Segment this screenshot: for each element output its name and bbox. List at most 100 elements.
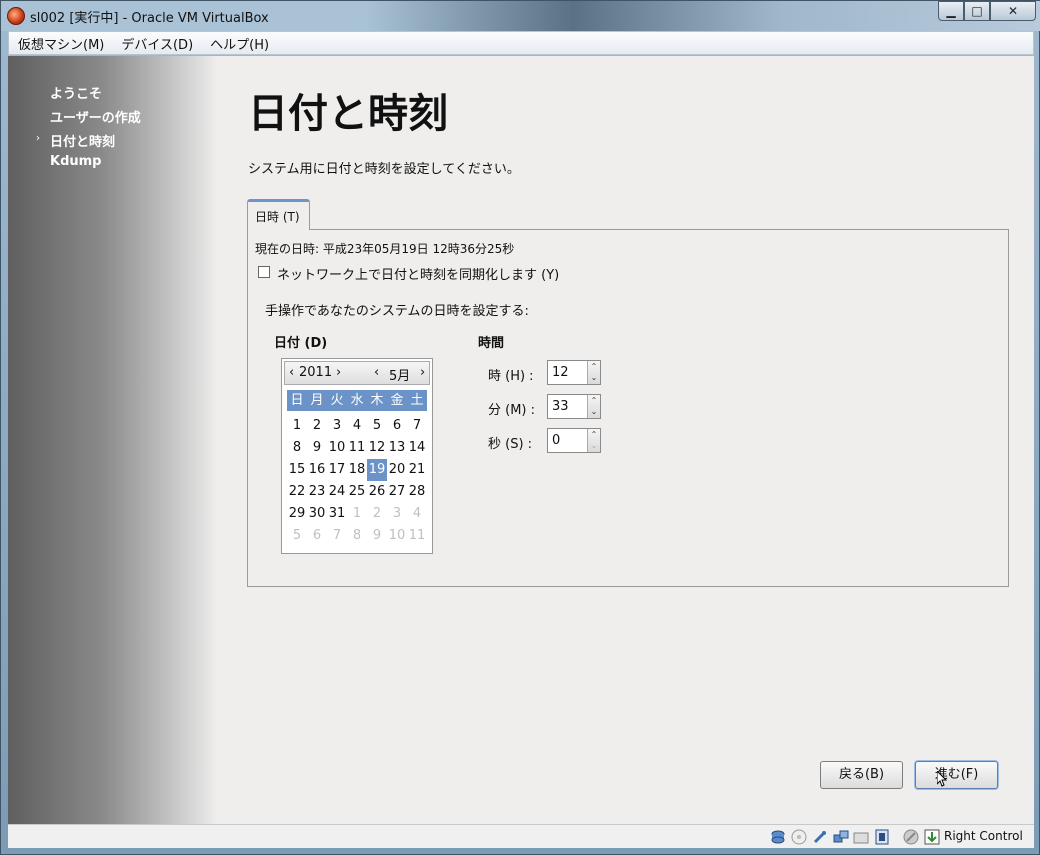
calendar-day[interactable]: 4 — [347, 415, 367, 437]
calendar-day[interactable]: 9 — [307, 437, 327, 459]
calendar-day[interactable]: 12 — [367, 437, 387, 459]
calendar-day[interactable]: 6 — [387, 415, 407, 437]
calendar-day[interactable]: 11 — [407, 525, 427, 547]
current-datetime: 現在の日時: 平成23年05月19日 12時36分25秒 — [255, 242, 515, 256]
close-button[interactable]: ✕ — [990, 1, 1036, 21]
menu-help[interactable]: ヘルプ(H) — [202, 34, 277, 53]
network-sync-checkbox[interactable] — [258, 266, 270, 278]
calendar-day[interactable]: 4 — [407, 503, 427, 525]
second-down-icon[interactable]: ⌄ — [588, 440, 600, 451]
step-date-time: 日付と時刻 — [50, 135, 116, 150]
weekday-label: 火 — [330, 393, 344, 408]
calendar-day[interactable]: 8 — [347, 525, 367, 547]
network-sync-label[interactable]: ネットワーク上で日付と時刻を同期化します (Y) — [277, 264, 559, 283]
calendar-day[interactable]: 1 — [287, 415, 307, 437]
hour-up-icon[interactable]: ⌃ — [588, 361, 600, 372]
calendar-day[interactable]: 5 — [287, 525, 307, 547]
minimize-button[interactable]: ▁ — [938, 1, 964, 21]
weekday-label: 日 — [290, 393, 304, 408]
host-key-icon[interactable] — [924, 829, 940, 845]
calendar-year: 2011 — [299, 365, 333, 380]
weekday-label: 木 — [370, 393, 384, 408]
step-welcome: ようこそ — [50, 87, 103, 102]
hard-disk-icon[interactable] — [770, 829, 786, 845]
calendar-day[interactable]: 17 — [327, 459, 347, 481]
minute-down-icon[interactable]: ⌄ — [588, 406, 600, 417]
calendar-day[interactable]: 3 — [387, 503, 407, 525]
calendar-day[interactable]: 2 — [307, 415, 327, 437]
prev-year-button[interactable]: ‹ — [289, 365, 294, 380]
video-capture-icon[interactable] — [874, 829, 890, 845]
calendar-day[interactable]: 5 — [367, 415, 387, 437]
menu-devices[interactable]: デバイス(D) — [113, 34, 201, 53]
menu-bar: 仮想マシン(M) デバイス(D) ヘルプ(H) — [8, 31, 1034, 55]
prev-month-button[interactable]: ‹ — [374, 365, 379, 380]
calendar-day[interactable]: 26 — [367, 481, 387, 503]
hour-value[interactable]: 12 — [552, 365, 569, 380]
shared-folders-icon[interactable] — [853, 829, 869, 845]
calendar-day[interactable]: 10 — [387, 525, 407, 547]
calendar-day[interactable]: 29 — [287, 503, 307, 525]
calendar-day[interactable]: 7 — [327, 525, 347, 547]
vm-display[interactable]: ようこそ ユーザーの作成 › 日付と時刻 Kdump 日付と時刻 システム用に日… — [8, 56, 1034, 824]
calendar-day[interactable]: 25 — [347, 481, 367, 503]
calendar-day[interactable]: 18 — [347, 459, 367, 481]
second-value[interactable]: 0 — [552, 433, 560, 448]
calendar-day[interactable]: 20 — [387, 459, 407, 481]
calendar-day[interactable]: 22 — [287, 481, 307, 503]
calendar-day[interactable]: 23 — [307, 481, 327, 503]
calendar: ‹ 2011 › ‹ 5月 › 日月火水木金土 1 2 3 4 5 6 7 8 9 10 11 12 1… — [281, 358, 433, 554]
calendar-nav: ‹ 2011 › ‹ 5月 › — [284, 361, 430, 385]
calendar-month: 5月 — [389, 369, 411, 384]
calendar-day[interactable]: 3 — [327, 415, 347, 437]
next-button[interactable]: 進む(F) — [915, 761, 998, 789]
calendar-day[interactable]: 15 — [287, 459, 307, 481]
calendar-day[interactable]: 7 — [407, 415, 427, 437]
weekday-label: 金 — [390, 393, 404, 408]
network-icon[interactable] — [833, 829, 849, 845]
weekday-label: 土 — [410, 393, 424, 408]
back-button[interactable]: 戻る(B) — [820, 761, 903, 789]
next-year-button[interactable]: › — [336, 365, 341, 380]
calendar-day-selected[interactable]: 19 — [367, 459, 387, 481]
hour-spinner[interactable]: 12 ⌃ ⌄ — [547, 360, 601, 385]
calendar-day[interactable]: 10 — [327, 437, 347, 459]
usb-icon[interactable] — [812, 829, 828, 845]
calendar-day[interactable]: 13 — [387, 437, 407, 459]
minute-label: 分 (M) : — [488, 403, 536, 418]
tab-date-time[interactable]: 日時 (T) — [247, 199, 310, 230]
calendar-day[interactable]: 24 — [327, 481, 347, 503]
calendar-day[interactable]: 2 — [367, 503, 387, 525]
mouse-integration-icon[interactable] — [903, 829, 919, 845]
menu-machine[interactable]: 仮想マシン(M) — [10, 34, 112, 53]
host-key-label: Right Control — [944, 829, 1023, 843]
installer-sidebar: ようこそ ユーザーの作成 › 日付と時刻 Kdump — [8, 56, 218, 824]
calendar-day[interactable]: 28 — [407, 481, 427, 503]
minute-up-icon[interactable]: ⌃ — [588, 395, 600, 406]
date-header: 日付 (D) — [274, 336, 328, 351]
second-spinner[interactable]: 0 ⌃ ⌄ — [547, 428, 601, 453]
title-bar[interactable]: sl002 [実行中] - Oracle VM VirtualBox ▁ □ ✕ — [1, 1, 1040, 31]
second-up-icon[interactable]: ⌃ — [588, 429, 600, 440]
calendar-day[interactable]: 16 — [307, 459, 327, 481]
next-month-button[interactable]: › — [420, 365, 425, 380]
minute-spinner[interactable]: 33 ⌃ ⌄ — [547, 394, 601, 419]
calendar-day[interactable]: 8 — [287, 437, 307, 459]
minute-value[interactable]: 33 — [552, 399, 569, 414]
calendar-day[interactable]: 9 — [367, 525, 387, 547]
weekday-label: 月 — [310, 393, 324, 408]
hour-down-icon[interactable]: ⌄ — [588, 372, 600, 383]
calendar-day[interactable]: 11 — [347, 437, 367, 459]
hour-label: 時 (H) : — [488, 369, 534, 384]
weekday-header: 日月火水木金土 — [287, 390, 427, 411]
calendar-day[interactable]: 31 — [327, 503, 347, 525]
calendar-day[interactable]: 21 — [407, 459, 427, 481]
calendar-day[interactable]: 30 — [307, 503, 327, 525]
step-kdump: Kdump — [50, 154, 102, 169]
calendar-day[interactable]: 6 — [307, 525, 327, 547]
calendar-day[interactable]: 14 — [407, 437, 427, 459]
maximize-button[interactable]: □ — [964, 1, 990, 21]
optical-drive-icon[interactable] — [791, 829, 807, 845]
calendar-day[interactable]: 27 — [387, 481, 407, 503]
calendar-day[interactable]: 1 — [347, 503, 367, 525]
